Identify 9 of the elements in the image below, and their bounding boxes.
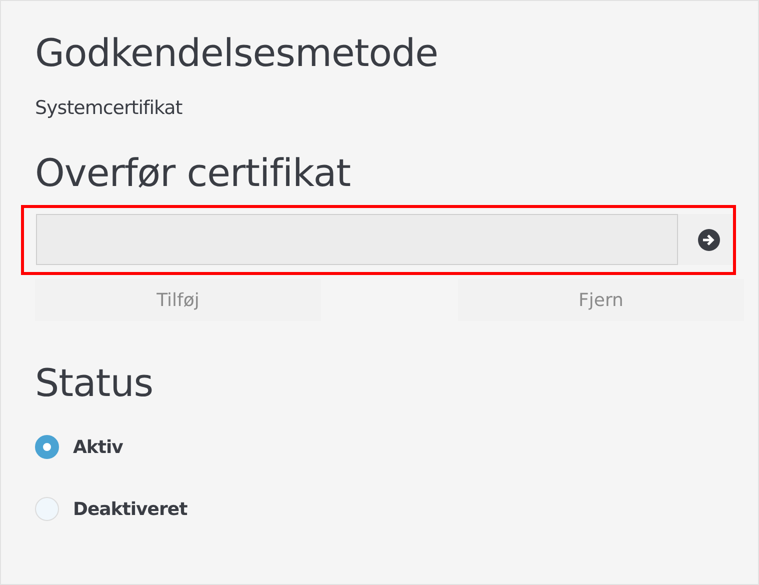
radio-button[interactable] xyxy=(35,435,59,459)
radio-label[interactable]: Deaktiveret xyxy=(73,498,188,520)
file-field[interactable] xyxy=(36,214,678,265)
section-heading: Overfør certifikat xyxy=(35,150,352,197)
radio-label[interactable]: Aktiv xyxy=(73,436,123,458)
arrow-right-icon[interactable] xyxy=(698,228,720,250)
section-heading: Godkendelsesmetode xyxy=(35,30,440,77)
section-heading: Status xyxy=(35,360,154,407)
auth-method-value: Systemcertifikat xyxy=(35,97,184,119)
